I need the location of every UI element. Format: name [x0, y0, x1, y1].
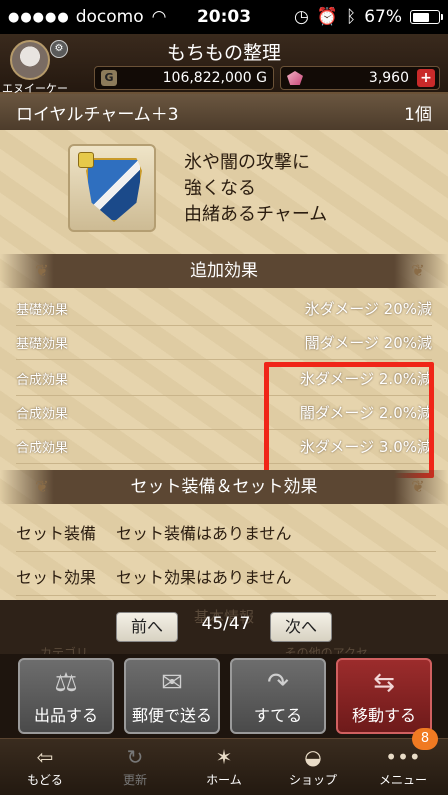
next-button[interactable]: 次へ: [270, 612, 332, 642]
ornament-right-icon: ❦: [411, 477, 425, 496]
effect-value: 氷ダメージ 20%減: [304, 300, 432, 318]
gold-coin-icon: G: [101, 70, 117, 86]
gold-amount: 106,822,000 G: [162, 70, 267, 86]
scales-icon: ⚖: [54, 668, 78, 698]
nav-back[interactable]: ⇦ もどる: [0, 739, 90, 795]
status-bar: ●●●●● docomo ◠ 20:03 ◷ ⏰ ᛒ 67%: [0, 0, 448, 34]
discard-button[interactable]: ↷ すてる: [230, 658, 326, 734]
section-title: セット装備＆セット効果: [130, 477, 318, 497]
effect-row: 基礎効果 闇ダメージ 20%減: [16, 326, 432, 360]
nav-label: 更新: [122, 773, 147, 787]
bottom-nav: ⇦ もどる ↻ 更新 ✶ ホーム ◒ ショップ ••• メニュー: [0, 738, 448, 795]
item-description: 氷や闇の攻撃に 強くなる 由緒あるチャーム: [184, 150, 327, 228]
set-value: セット効果はありません: [116, 567, 292, 587]
gem-icon: [287, 71, 303, 85]
header: ⚙ エヌイーケー もちもの整理 G 106,822,000 G 3,960 +: [0, 34, 448, 95]
battery-icon: [410, 10, 443, 24]
charm-shield-icon: [86, 158, 142, 222]
sell-button[interactable]: ⚖ 出品する: [18, 658, 114, 734]
shop-icon: ◒: [304, 745, 322, 769]
discard-icon: ↷: [267, 668, 289, 698]
item-count: 1個: [404, 104, 432, 125]
bluetooth-icon: ᛒ: [346, 7, 357, 27]
set-equipment-row: セット装備 セット装備はありません: [16, 512, 436, 552]
back-icon: ⇦: [36, 745, 54, 769]
effect-row: 基礎効果 氷ダメージ 20%減: [16, 292, 432, 326]
description-line: 氷や闇の攻撃に: [184, 152, 310, 173]
page-title: もちもの整理: [166, 42, 281, 64]
action-label: すてる: [253, 706, 303, 725]
nav-label: メニュー: [378, 773, 427, 787]
nav-shop[interactable]: ◒ ショップ: [268, 739, 358, 795]
gold-display: G 106,822,000 G: [94, 66, 274, 90]
ornament-left-icon: ❦: [35, 261, 49, 280]
lock-rotation-icon: ◷: [293, 7, 309, 27]
item-detail-panel: ロイヤルチャーム＋3 1個 氷や闇の攻撃に 強くなる 由緒あるチャーム ❦ 追加…: [0, 94, 448, 654]
page-indicator: 45/47: [201, 614, 251, 634]
pager-bar: 基本情報 カテゴリ その他のアクセ 前へ 45/47 次へ: [0, 600, 448, 660]
gem-amount: 3,960: [368, 70, 409, 86]
item-title-bar: ロイヤルチャーム＋3 1個: [0, 94, 448, 130]
set-value: セット装備はありません: [116, 523, 292, 543]
item-name: ロイヤルチャーム＋3: [16, 104, 179, 125]
description-line: 由緒あるチャーム: [184, 204, 328, 225]
carrier-name: docomo: [75, 7, 144, 27]
effect-value: 闇ダメージ 20%減: [304, 334, 432, 352]
action-label: 出品する: [33, 706, 98, 725]
nav-label: もどる: [27, 773, 63, 787]
menu-icon: •••: [385, 745, 421, 769]
prev-button[interactable]: 前へ: [116, 612, 178, 642]
effect-label: 基礎効果: [16, 303, 69, 318]
effect-label: 合成効果: [16, 441, 69, 456]
move-button[interactable]: ⇆ 移動する: [336, 658, 432, 734]
home-icon: ✶: [215, 745, 233, 769]
ornament-left-icon: ❦: [35, 477, 49, 496]
nav-home[interactable]: ✶ ホーム: [179, 739, 269, 795]
gem-display: 3,960 +: [280, 66, 440, 90]
nav-refresh[interactable]: ↻ 更新: [90, 739, 180, 795]
action-label: 郵便で送る: [131, 706, 212, 725]
add-gems-button[interactable]: +: [417, 69, 435, 87]
refresh-icon: ↻: [126, 745, 144, 769]
mail-send-button[interactable]: ✉ 郵便で送る: [124, 658, 220, 734]
action-bar: ⚖ 出品する ✉ 郵便で送る ↷ すてる ⇆ 移動する: [0, 654, 448, 738]
nav-menu[interactable]: ••• メニュー: [358, 739, 448, 795]
set-label: セット効果: [16, 567, 97, 587]
mail-icon: ✉: [161, 668, 183, 698]
lock-icon: [78, 152, 94, 168]
ornament-right-icon: ❦: [411, 261, 425, 280]
alarm-icon: ⏰: [316, 7, 338, 27]
set-effect-row: セット効果 セット効果はありません: [16, 556, 436, 596]
set-effects-header: ❦ セット装備＆セット効果 ❦: [0, 470, 448, 504]
effect-label: 基礎効果: [16, 337, 69, 352]
transfer-icon: ⇆: [373, 668, 395, 698]
battery-percent: 67%: [364, 7, 402, 27]
item-image: [68, 144, 156, 232]
effect-label: 合成効果: [16, 373, 69, 388]
description-line: 強くなる: [184, 178, 256, 199]
wifi-icon: ◠: [151, 7, 167, 27]
highlight-box: [264, 362, 434, 478]
set-label: セット装備: [16, 523, 97, 543]
signal-icon: ●●●●●: [8, 9, 70, 25]
notification-badge: 8: [412, 728, 438, 750]
section-title: 追加効果: [190, 261, 258, 281]
effect-label: 合成効果: [16, 407, 69, 422]
nav-label: ホーム: [206, 773, 242, 787]
action-label: 移動する: [351, 706, 416, 725]
nav-label: ショップ: [288, 773, 337, 787]
extra-effects-header: ❦ 追加効果 ❦: [0, 254, 448, 288]
